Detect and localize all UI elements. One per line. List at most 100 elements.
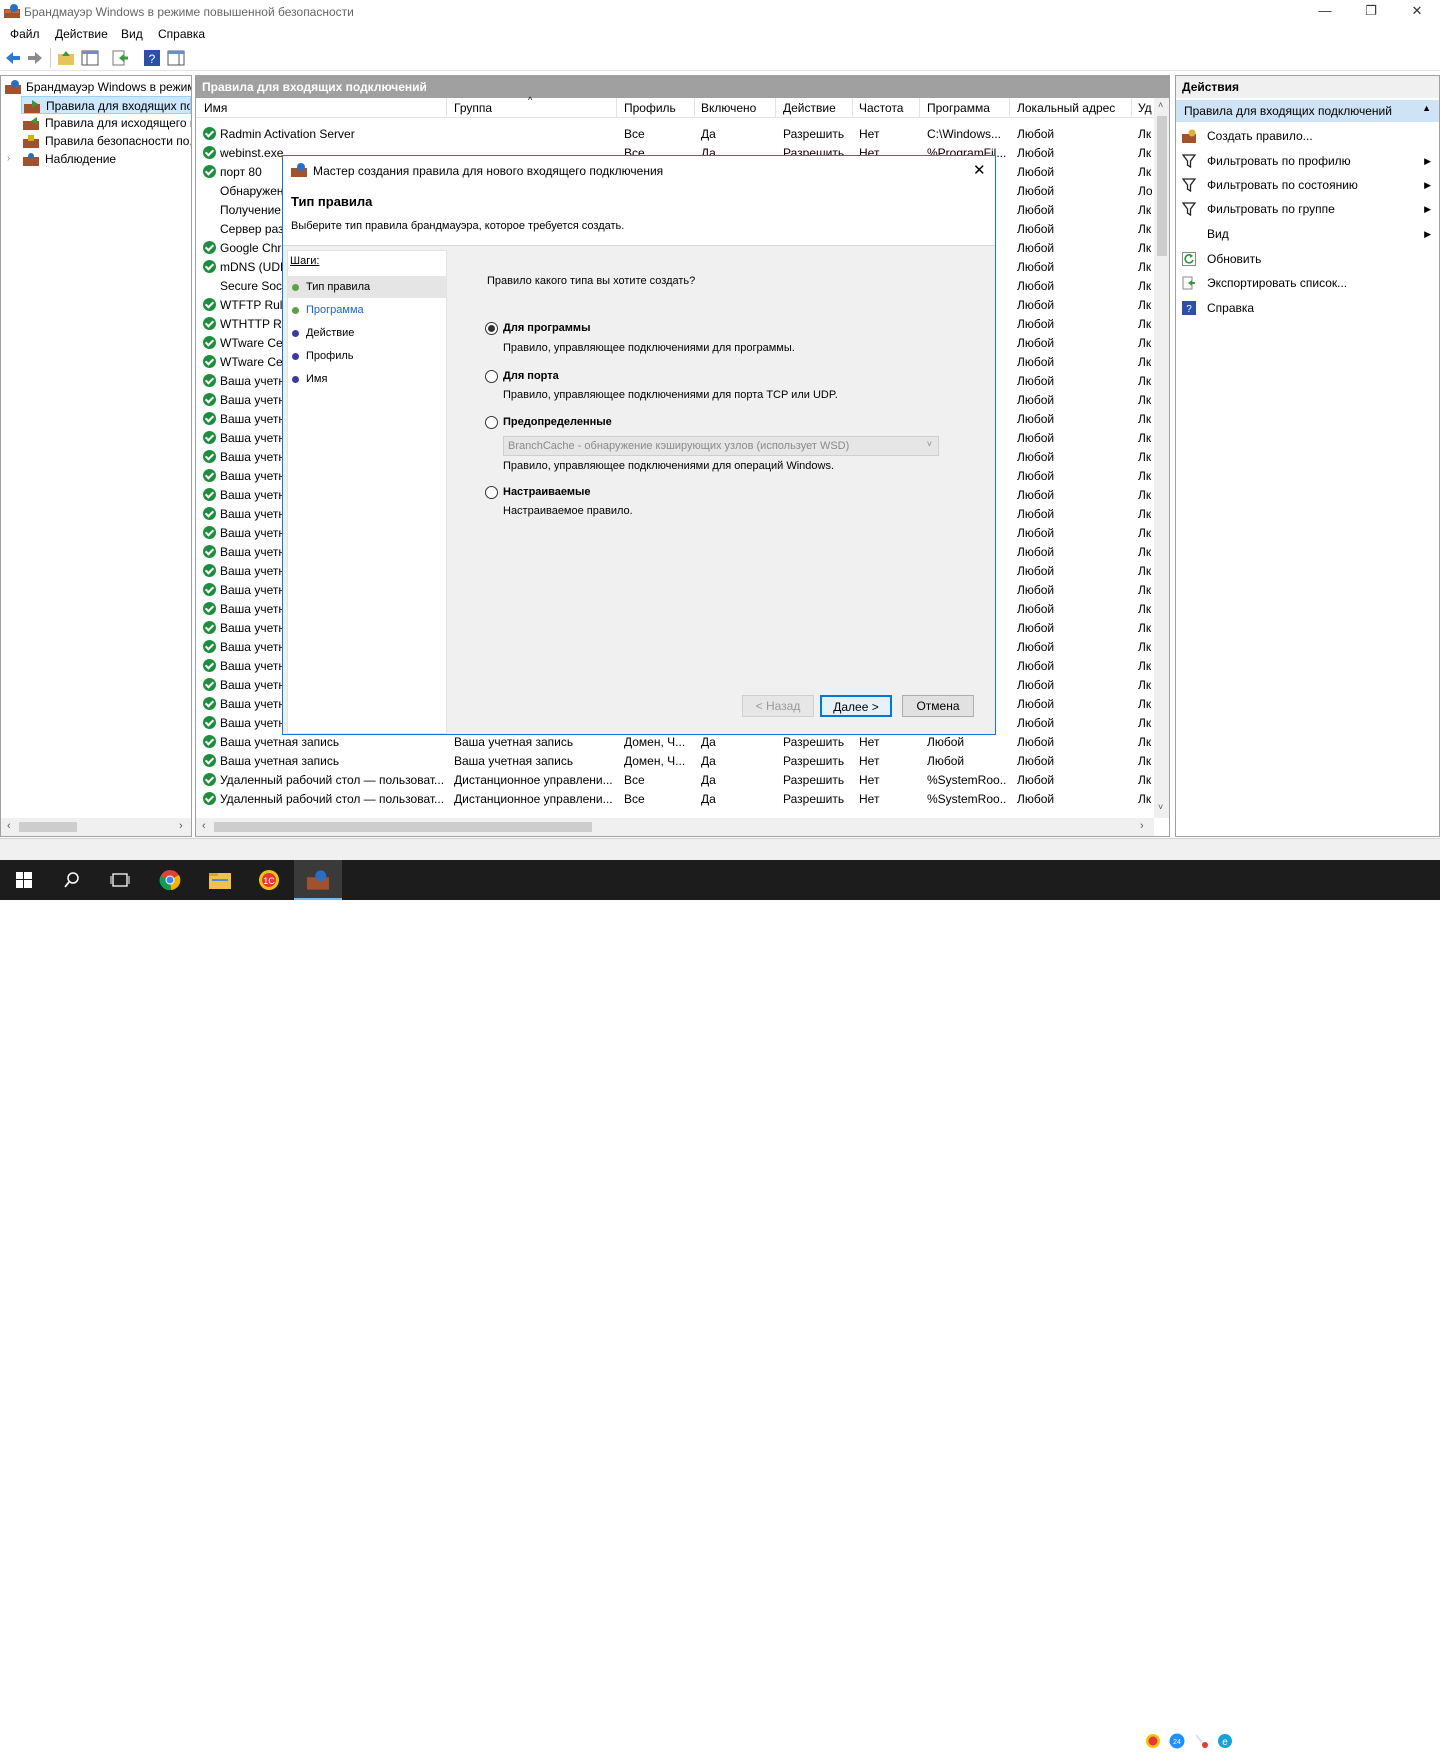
menu-view[interactable]: Вид (121, 27, 143, 41)
back-button[interactable]: < Назад (742, 695, 814, 717)
action-new-rule[interactable]: Создать правило... (1176, 124, 1439, 148)
tray-1c-icon[interactable] (1145, 1733, 1161, 1749)
step-name[interactable]: Имя (288, 368, 446, 390)
col-remote-address[interactable]: Уд (1138, 101, 1152, 115)
keyboard-language[interactable]: РУС (1292, 1733, 1316, 1747)
scroll-left-icon[interactable]: ‹ (7, 820, 11, 832)
table-row[interactable]: Удаленный рабочий стол — пользоват... Дис… (196, 771, 1154, 790)
column-divider (616, 98, 617, 118)
table-row[interactable]: Radmin Activation Server Все Да Разрешить Не… (196, 125, 1154, 144)
action-export-list[interactable]: Экспортировать список... (1176, 271, 1439, 295)
radio-predefined[interactable] (485, 416, 498, 429)
clock-time[interactable]: 12:02 (1340, 1725, 1368, 1737)
console-tree-icon[interactable] (81, 49, 99, 67)
scrollbar-thumb[interactable] (19, 822, 77, 832)
action-help[interactable]: ? Справка (1176, 296, 1439, 320)
tree-item-inbound[interactable]: Правила для входящих по, (21, 96, 191, 114)
col-local-address[interactable]: Локальный адрес (1017, 101, 1115, 115)
table-cell: Любой (1017, 640, 1055, 654)
submenu-arrow-icon: ▶ (1424, 229, 1431, 239)
clock-date[interactable]: 23.04.2018 (1327, 1742, 1382, 1754)
col-program[interactable]: Программа (927, 101, 990, 115)
action-filter-profile[interactable]: Фильтровать по профилю ▶ (1176, 149, 1439, 173)
rules-hscrollbar[interactable]: ‹ › (196, 818, 1154, 836)
step-action[interactable]: Действие (288, 322, 446, 344)
col-name[interactable]: Имя (204, 101, 227, 115)
taskbar-1c[interactable]: 1C (246, 860, 294, 900)
action-filter-group[interactable]: Фильтровать по группе ▶ (1176, 197, 1439, 221)
taskbar-explorer[interactable] (196, 860, 244, 900)
col-override[interactable]: Частота (859, 101, 903, 115)
menu-action[interactable]: Действие (55, 27, 108, 41)
tree-hscrollbar[interactable]: ‹ › (1, 818, 191, 836)
action-view[interactable]: Вид ▶ (1176, 222, 1439, 246)
col-profile[interactable]: Профиль (624, 101, 676, 115)
notifications-icon[interactable] (1400, 1732, 1418, 1748)
actions-section-header[interactable]: Правила для входящих подключений ▲ (1176, 100, 1439, 122)
radio-program[interactable] (485, 322, 498, 335)
step-rule-type[interactable]: Тип правила (288, 276, 446, 298)
menu-help[interactable]: Справка (158, 27, 205, 41)
restore-button[interactable]: ❐ (1348, 0, 1394, 24)
radio-custom[interactable] (485, 486, 498, 499)
table-cell: Любой (1017, 678, 1055, 692)
taskbar-firewall[interactable] (294, 860, 342, 900)
start-button[interactable] (0, 860, 48, 900)
tray-security-icon[interactable] (1193, 1733, 1209, 1749)
step-profile[interactable]: Профиль (288, 345, 446, 367)
scroll-right-icon[interactable]: › (1140, 820, 1144, 832)
scroll-left-icon[interactable]: ‹ (202, 820, 206, 832)
tree-item-security[interactable]: Правила безопасности по, (21, 132, 191, 150)
action-refresh[interactable]: Обновить (1176, 247, 1439, 271)
option-port-label[interactable]: Для порта (503, 370, 559, 382)
step-dot (292, 353, 299, 360)
option-predefined-label[interactable]: Предопределенные (503, 416, 612, 428)
tree-item-monitoring[interactable]: › Наблюдение (7, 150, 191, 168)
cancel-button[interactable]: Отмена (902, 695, 974, 717)
column-divider (775, 98, 776, 118)
taskbar-chrome[interactable] (146, 860, 194, 900)
table-row[interactable]: Ваша учетная запись Ваша учетная запись До… (196, 752, 1154, 771)
table-cell: Разрешить (783, 735, 845, 749)
search-button[interactable] (48, 860, 96, 900)
col-group[interactable]: Группа (454, 101, 492, 115)
table-row[interactable]: Ваша учетная запись Ваша учетная запись До… (196, 733, 1154, 752)
predefined-select[interactable]: BranchCache - обнаружение кэширующих узл… (503, 436, 939, 456)
radio-port[interactable] (485, 370, 498, 383)
option-program-label[interactable]: Для программы (503, 322, 590, 334)
col-action[interactable]: Действие (783, 101, 836, 115)
tree-root[interactable]: Брандмауэр Windows в режим (5, 78, 191, 96)
folder-up-icon[interactable] (57, 49, 75, 67)
action-label: Создать правило... (1207, 129, 1313, 143)
step-program[interactable]: Программа (288, 299, 446, 321)
scrollbar-thumb[interactable] (214, 822, 592, 832)
forward-arrow-icon[interactable] (26, 49, 44, 67)
collapse-caret-icon[interactable]: ▲ (1422, 103, 1431, 113)
next-button[interactable]: Далее > (820, 695, 892, 717)
scroll-right-icon[interactable]: › (179, 820, 183, 832)
col-enabled[interactable]: Включено (701, 101, 756, 115)
expand-chevron-icon[interactable]: › (7, 150, 10, 168)
help-icon[interactable]: ? (143, 49, 161, 67)
tray-skype-icon[interactable]: e (1217, 1733, 1233, 1749)
option-custom-label[interactable]: Настраиваемые (503, 486, 591, 498)
minimize-button[interactable]: — (1302, 0, 1348, 24)
scroll-down-icon[interactable]: ˅ (1158, 802, 1163, 812)
scrollbar-thumb[interactable] (1157, 116, 1167, 256)
close-window-button[interactable]: ✕ (1394, 0, 1440, 24)
rules-vscrollbar[interactable]: ˄ ˅ (1154, 98, 1169, 818)
scroll-up-icon[interactable]: ˄ (1158, 100, 1163, 110)
task-view-button[interactable] (96, 860, 144, 900)
action-filter-state[interactable]: Фильтровать по состоянию ▶ (1176, 173, 1439, 197)
table-row[interactable]: Удаленный рабочий стол — пользоват... Дис… (196, 790, 1154, 809)
network-icon[interactable] (1241, 1733, 1259, 1749)
tray-24-icon[interactable]: 24 (1169, 1733, 1185, 1749)
export-icon[interactable] (111, 49, 129, 67)
show-action-pane-icon[interactable] (167, 49, 185, 67)
menu-file[interactable]: Файл (10, 27, 40, 41)
tree-item-outbound[interactable]: Правила для исходящего г (21, 114, 191, 132)
close-icon[interactable]: ✕ (973, 161, 986, 179)
rule-enabled-icon (203, 469, 216, 482)
volume-icon[interactable] (1266, 1733, 1282, 1749)
back-arrow-icon[interactable] (4, 49, 22, 67)
